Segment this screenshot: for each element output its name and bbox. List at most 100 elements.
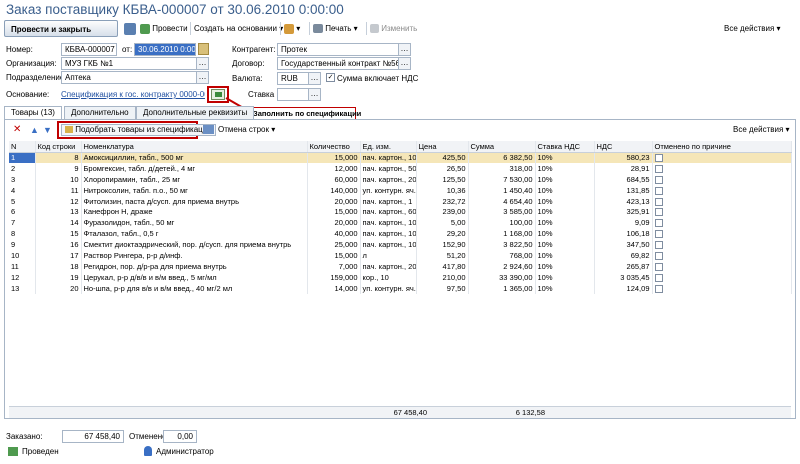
- calendar-icon[interactable]: [198, 43, 209, 55]
- move-up-icon[interactable]: ▲: [30, 125, 39, 135]
- cancel-checkbox[interactable]: [654, 241, 663, 250]
- cancel-checkbox[interactable]: [654, 284, 663, 293]
- table-row[interactable]: 11 18 Регидрон, пор. д/р-ра для приема вну…: [9, 260, 792, 272]
- all-actions-menu[interactable]: Все действия ▾: [724, 20, 781, 37]
- table-row[interactable]: 2 9 Бромгексин, табл. д/детей., 4 мг 12,000…: [9, 162, 792, 174]
- cell-vat: 131,85: [594, 184, 653, 196]
- contract-field[interactable]: Государственный контракт №56/2010 ...…: [277, 57, 411, 70]
- table-row[interactable]: 8 15 Фталазол, табл., 0,5 г 40,000 пач. карт…: [9, 228, 792, 240]
- table-row[interactable]: 5 12 Фитолизин, паста д/сусп. для приема в…: [9, 195, 792, 207]
- cancel-checkbox[interactable]: [654, 262, 663, 271]
- cell-sum: 1 168,00: [468, 228, 536, 240]
- cell-n: 11: [9, 260, 36, 272]
- cell-vat: 106,18: [594, 228, 653, 240]
- select-icon[interactable]: …: [196, 72, 208, 83]
- number-field[interactable]: КБВА-000007: [61, 43, 117, 56]
- cell-qty: 14,000: [307, 282, 361, 294]
- cancel-rows-menu[interactable]: Отмена строк ▾: [218, 124, 275, 136]
- print-menu[interactable]: Печать ▾: [313, 20, 358, 37]
- date-label: от:: [122, 45, 133, 54]
- table-row[interactable]: 1 8 Амоксициллин, табл., 500 мг 15,000 пач. …: [9, 152, 792, 163]
- contractor-field[interactable]: Протек…: [277, 43, 411, 56]
- cancel-checkbox[interactable]: [654, 175, 663, 184]
- table-icon[interactable]: [203, 125, 214, 134]
- basis-link[interactable]: Спецификация к гос. контракту 0000-00000…: [61, 88, 205, 101]
- pick-from-spec-button[interactable]: Подобрать товары из спецификации: [61, 124, 216, 136]
- cell-cancel-reason: [652, 260, 792, 272]
- cell-price: 232,72: [416, 195, 469, 207]
- cell-rate: 10%: [535, 282, 595, 294]
- col-price[interactable]: Цена: [416, 141, 469, 153]
- select-icon[interactable]: …: [196, 58, 208, 69]
- edit-button[interactable]: Изменить: [370, 20, 417, 37]
- currency-field[interactable]: RUB…: [277, 72, 321, 85]
- cancel-checkbox[interactable]: [654, 154, 663, 163]
- cell-vat: 265,87: [594, 260, 653, 272]
- col-n[interactable]: N: [9, 141, 36, 153]
- vat-rate-field[interactable]: …: [277, 88, 321, 101]
- report-menu[interactable]: ▾: [284, 20, 300, 37]
- col-row-code[interactable]: Код строки: [35, 141, 82, 153]
- cell-cancel-reason: [652, 162, 792, 174]
- select-icon[interactable]: …: [308, 73, 320, 84]
- window-title: Заказ поставщику КБВА-000007 от 30.06.20…: [6, 2, 344, 17]
- cancel-checkbox[interactable]: [654, 164, 663, 173]
- create-based-on-menu[interactable]: Создать на основании ▾: [194, 20, 283, 37]
- cancel-checkbox[interactable]: [654, 208, 663, 217]
- cell-n: 12: [9, 271, 36, 283]
- cell-vat: 69,82: [594, 250, 653, 261]
- cell-name: Нитроксолин, табл. п.о., 50 мг: [81, 184, 308, 196]
- fill-by-spec-button[interactable]: [211, 89, 225, 100]
- table-row[interactable]: 7 14 Фуразолидон, табл., 50 мг 20,000 пач. к…: [9, 217, 792, 229]
- select-icon[interactable]: …: [398, 44, 410, 55]
- cell-unit: пач. картон., 10: [360, 152, 417, 163]
- tab-additional[interactable]: Дополнительно: [64, 106, 136, 119]
- delete-icon[interactable]: ✕: [13, 125, 21, 135]
- table-all-actions-menu[interactable]: Все действия ▾: [733, 124, 790, 136]
- tab-additional-attributes[interactable]: Дополнительные реквизиты: [136, 106, 255, 119]
- table-row[interactable]: 13 20 Но-шпа, р-р для в/в и в/м введ., 40 …: [9, 282, 792, 294]
- tab-goods[interactable]: Товары (13): [4, 106, 62, 120]
- cell-name: Канефрон Н, драже: [81, 206, 308, 218]
- date-field[interactable]: 30.06.2010 0:00:00: [134, 43, 196, 56]
- cancel-checkbox[interactable]: [654, 251, 663, 260]
- table-row[interactable]: 6 13 Канефрон Н, драже 15,000 пач. картон., …: [9, 206, 792, 218]
- post-and-close-button[interactable]: Провести и закрыть: [4, 20, 118, 37]
- cell-qty: 15,000: [307, 250, 361, 261]
- department-field[interactable]: Аптека…: [61, 71, 209, 84]
- cancel-checkbox[interactable]: [654, 219, 663, 228]
- cell-cancel-reason: [652, 217, 792, 229]
- cancel-checkbox[interactable]: [654, 230, 663, 239]
- select-icon[interactable]: …: [398, 58, 410, 69]
- cell-n: 6: [9, 206, 36, 218]
- col-quantity[interactable]: Количество: [307, 141, 361, 153]
- col-vat-rate[interactable]: Ставка НДС: [535, 141, 595, 153]
- col-vat[interactable]: НДС: [594, 141, 653, 153]
- move-down-icon[interactable]: ▼: [43, 125, 52, 135]
- cell-n: 1: [9, 152, 36, 163]
- table-row[interactable]: 12 19 Церукал, р-р д/в/в и в/м введ., 5 мг…: [9, 271, 792, 283]
- select-icon[interactable]: …: [308, 89, 320, 100]
- cell-cancel-reason: [652, 228, 792, 240]
- cancel-checkbox[interactable]: [654, 273, 663, 282]
- cell-n: 4: [9, 184, 36, 196]
- save-button[interactable]: [124, 20, 136, 37]
- cell-price: 29,20: [416, 228, 469, 240]
- vat-included-checkbox[interactable]: ✓: [326, 73, 335, 82]
- cell-rate: 10%: [535, 206, 595, 218]
- cell-code: 17: [35, 250, 82, 261]
- col-cancel-reason[interactable]: Отменено по причине: [652, 141, 792, 153]
- post-button[interactable]: Провести: [140, 20, 188, 37]
- table-row[interactable]: 9 16 Смектит диоктаэдрический, пор. д/сусп…: [9, 239, 792, 251]
- cancel-checkbox[interactable]: [654, 197, 663, 206]
- table-row[interactable]: 4 11 Нитроксолин, табл. п.о., 50 мг 140,000…: [9, 184, 792, 196]
- col-nomenclature[interactable]: Номенклатура: [81, 141, 308, 153]
- col-sum[interactable]: Сумма: [468, 141, 536, 153]
- col-unit[interactable]: Ед. изм.: [360, 141, 417, 153]
- table-row[interactable]: 3 10 Хлоропирамин, табл., 25 мг 60,000 пач. …: [9, 173, 792, 185]
- cancel-checkbox[interactable]: [654, 186, 663, 195]
- cell-rate: 10%: [535, 228, 595, 240]
- table-row[interactable]: 10 17 Раствор Рингера, р-р д/инф. 15,000 л 51…: [9, 250, 792, 261]
- organization-field[interactable]: МУЗ ГКБ №1…: [61, 57, 209, 70]
- cell-code: 10: [35, 173, 82, 185]
